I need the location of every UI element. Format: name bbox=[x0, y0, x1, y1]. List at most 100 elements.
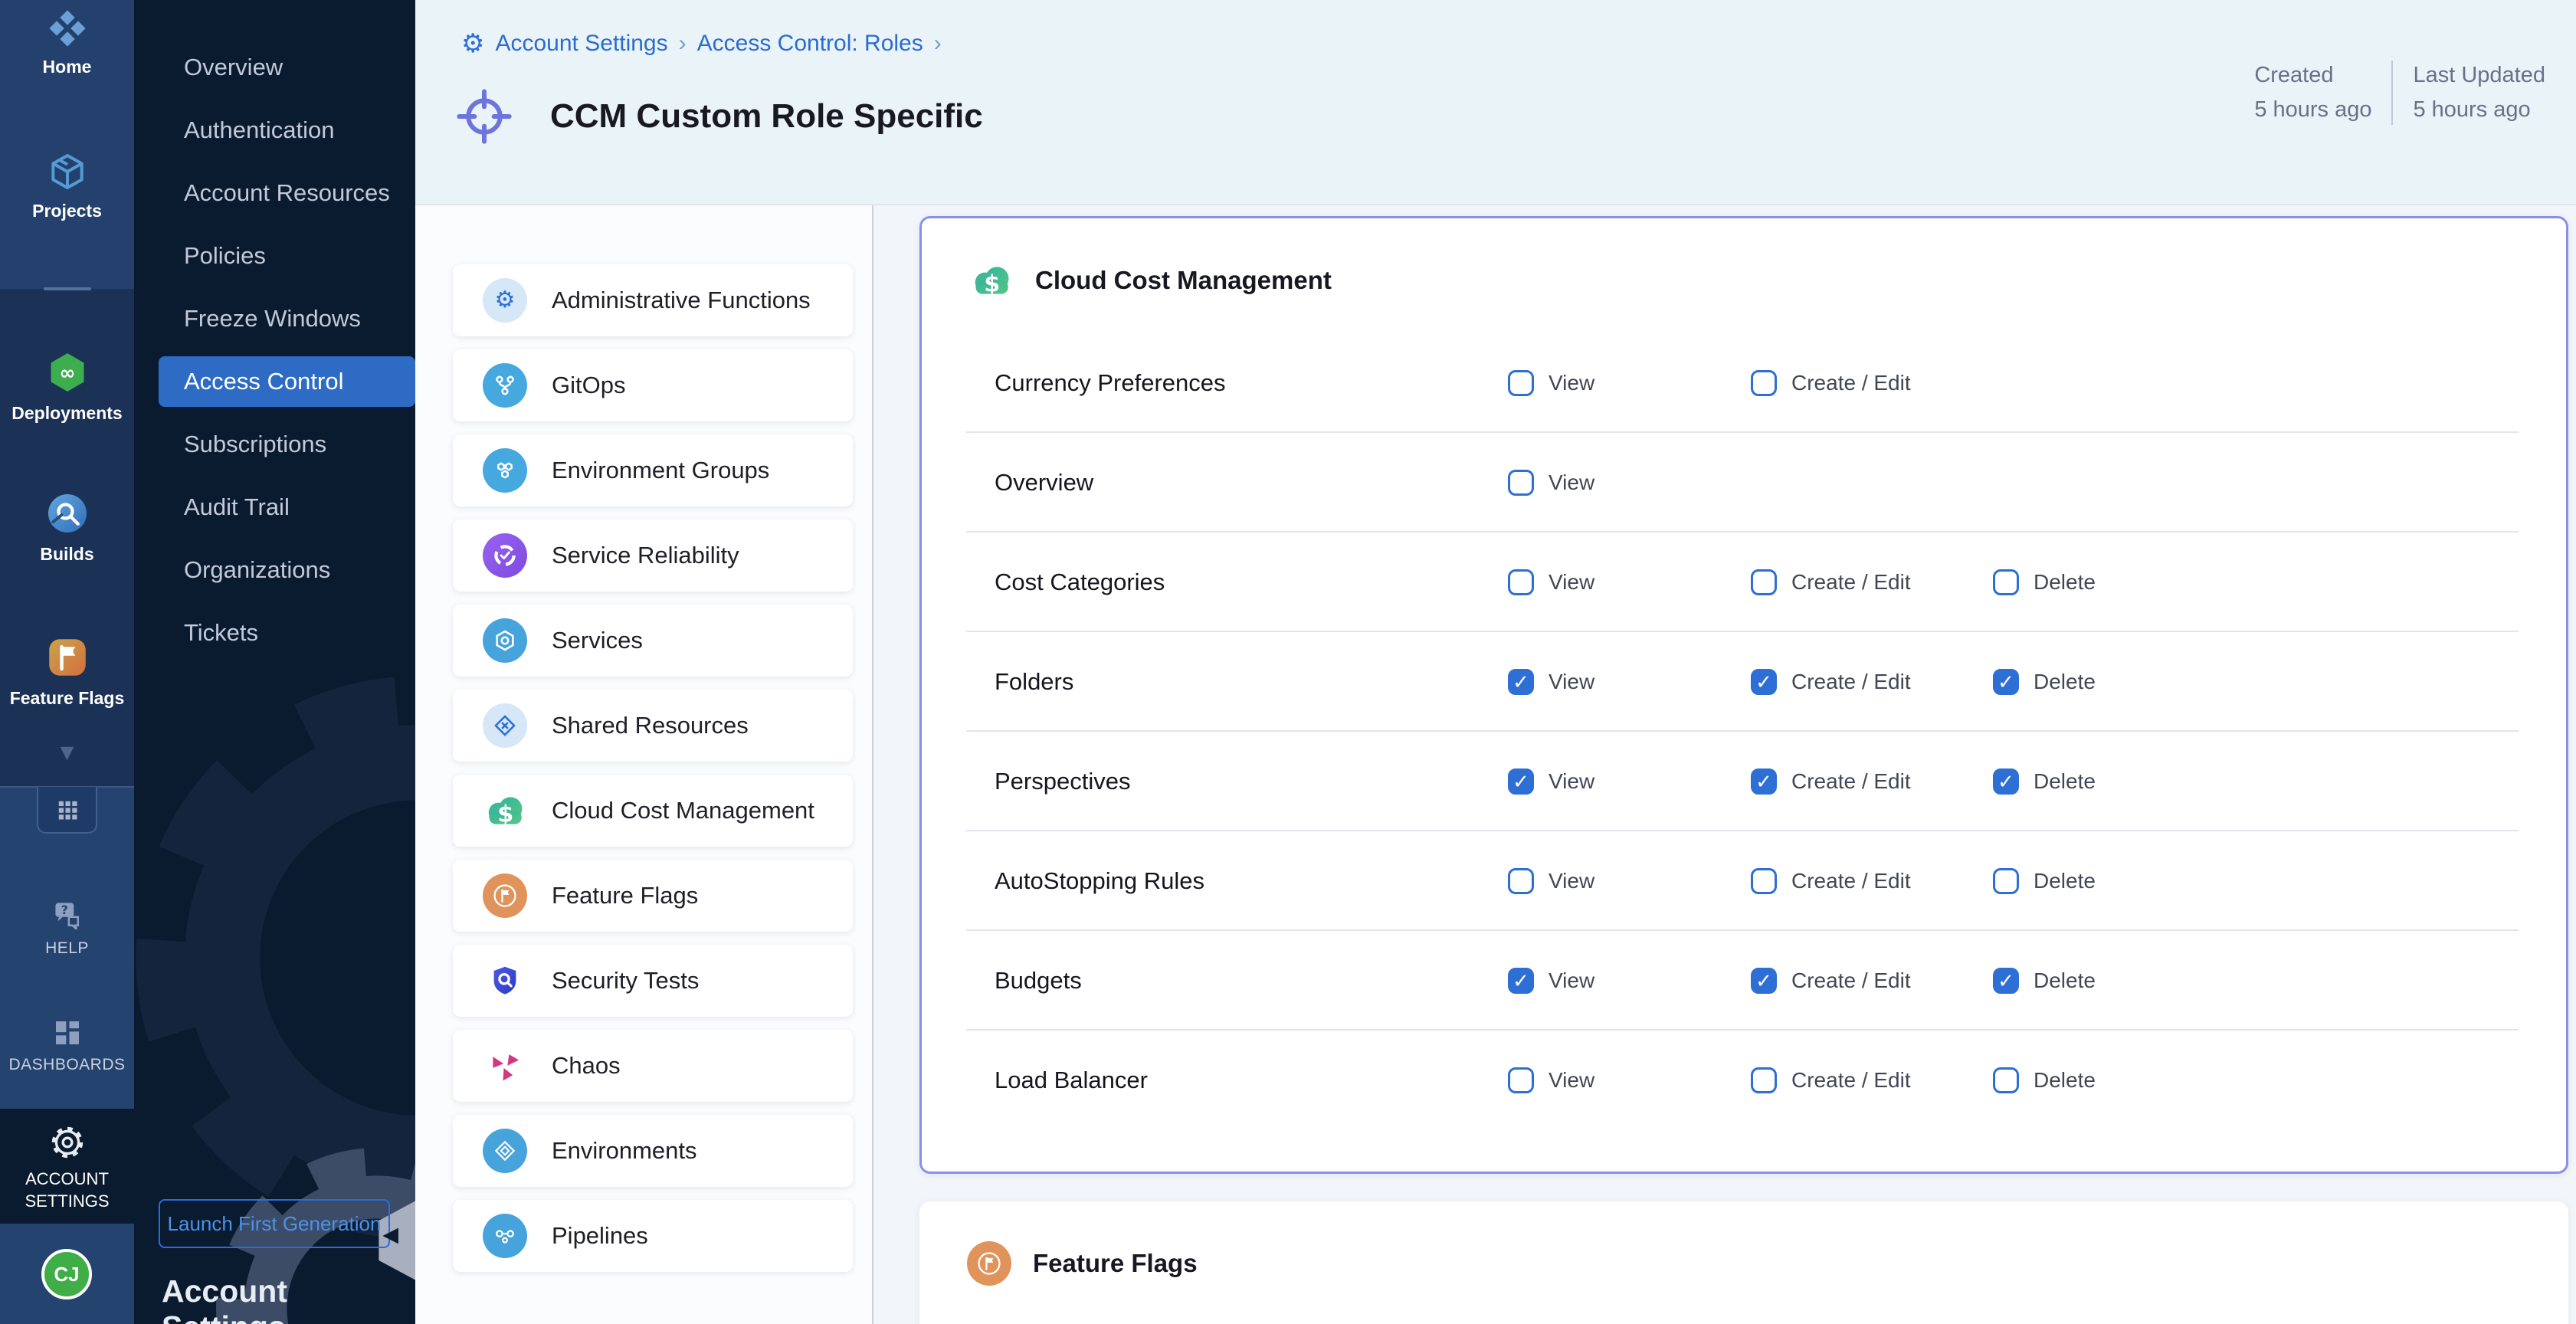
sidebar-item-audit-trail[interactable]: Audit Trail bbox=[134, 476, 415, 539]
permission-group-create-edit: ✓Create / Edit bbox=[1751, 669, 1911, 695]
module-grid-button[interactable] bbox=[37, 787, 97, 834]
checkbox-delete-checked[interactable]: ✓ bbox=[1993, 968, 2019, 994]
created-label: Created bbox=[2254, 58, 2371, 93]
checkbox-view-checked[interactable]: ✓ bbox=[1508, 968, 1534, 994]
checkbox-view-unchecked[interactable] bbox=[1508, 868, 1534, 894]
resource-card-cloud-cost-management[interactable]: $ Cloud Cost Management bbox=[453, 775, 853, 847]
section-header: Feature Flags bbox=[967, 1241, 1198, 1286]
row-currency-preferences: Currency PreferencesViewCreate / Edit bbox=[922, 333, 2566, 433]
checkbox-create-edit-checked[interactable]: ✓ bbox=[1751, 769, 1777, 795]
permission-row-label: AutoStopping Rules bbox=[995, 867, 1204, 895]
builds-magnifier-icon bbox=[0, 490, 134, 536]
permission-row-label: Cost Categories bbox=[995, 569, 1165, 596]
checkbox-label: Delete bbox=[2034, 570, 2096, 595]
shared-resources-icon bbox=[483, 703, 527, 748]
checkbox-view-unchecked[interactable] bbox=[1508, 569, 1534, 595]
sidebar-item-label: Policies bbox=[184, 242, 266, 270]
resource-card-shared-resources[interactable]: Shared Resources bbox=[453, 690, 853, 762]
rail-item-account-settings[interactable]: ACCOUNT SETTINGS bbox=[0, 1123, 134, 1212]
resource-card-label: GitOps bbox=[552, 372, 625, 399]
rail-item-builds[interactable]: Builds bbox=[0, 490, 134, 565]
sidebar-item-tickets[interactable]: Tickets bbox=[134, 601, 415, 664]
checkbox-create-edit-unchecked[interactable] bbox=[1751, 1067, 1777, 1093]
sidebar-item-account-resources[interactable]: Account Resources bbox=[134, 162, 415, 224]
resource-card-security-tests[interactable]: Security Tests bbox=[453, 945, 853, 1017]
checkbox-create-edit-unchecked[interactable] bbox=[1751, 370, 1777, 396]
rail-item-help[interactable]: ? HELP bbox=[0, 898, 134, 958]
sidebar-bottom-title: Account Settings bbox=[162, 1273, 415, 1324]
permission-group-create-edit: Create / Edit bbox=[1751, 569, 1911, 595]
breadcrumb-access-control-roles-link[interactable]: Access Control: Roles bbox=[697, 31, 923, 57]
permission-group-view: View bbox=[1508, 569, 1594, 595]
last-updated-meta: Last Updated 5 hours ago bbox=[2393, 58, 2565, 127]
checkbox-label: View bbox=[1549, 869, 1594, 893]
sidebar-item-access-control[interactable]: Access Control bbox=[134, 350, 415, 413]
resource-card-administrative-functions[interactable]: ⚙Administrative Functions bbox=[453, 264, 853, 336]
resource-card-environment-groups[interactable]: Environment Groups bbox=[453, 434, 853, 506]
checkbox-view-unchecked[interactable] bbox=[1508, 370, 1534, 396]
launch-first-generation-button[interactable]: Launch First Generation bbox=[159, 1199, 390, 1248]
breadcrumb-account-settings-link[interactable]: Account Settings bbox=[495, 31, 667, 57]
sidebar-item-policies[interactable]: Policies bbox=[134, 224, 415, 287]
sidebar-item-organizations[interactable]: Organizations bbox=[134, 539, 415, 601]
resource-card-label: Chaos bbox=[552, 1052, 621, 1080]
checkbox-delete-unchecked[interactable] bbox=[1993, 868, 2019, 894]
permission-row-label: Budgets bbox=[995, 967, 1082, 995]
resource-card-pipelines[interactable]: Pipelines bbox=[453, 1200, 853, 1272]
permission-group-create-edit: Create / Edit bbox=[1751, 868, 1911, 894]
checkbox-view-unchecked[interactable] bbox=[1508, 470, 1534, 496]
svg-text:$: $ bbox=[984, 270, 1000, 297]
checkbox-label: Delete bbox=[2034, 670, 2096, 694]
rail-item-label: ACCOUNT SETTINGS bbox=[0, 1168, 134, 1212]
sidebar-item-authentication[interactable]: Authentication bbox=[134, 99, 415, 162]
checkbox-label: Create / Edit bbox=[1791, 1068, 1911, 1093]
resource-card-services[interactable]: Services bbox=[453, 605, 853, 677]
sidebar-menu: Overview Authentication Account Resources P… bbox=[134, 36, 415, 664]
created-value: 5 hours ago bbox=[2254, 93, 2371, 127]
sidebar-item-freeze-windows[interactable]: Freeze Windows bbox=[134, 287, 415, 350]
last-updated-value: 5 hours ago bbox=[2413, 93, 2545, 127]
resource-card-label: Cloud Cost Management bbox=[552, 797, 814, 824]
resource-card-gitops[interactable]: GitOps bbox=[453, 349, 853, 421]
checkbox-label: View bbox=[1549, 1068, 1594, 1093]
checkbox-view-checked[interactable]: ✓ bbox=[1508, 769, 1534, 795]
resource-card-feature-flags[interactable]: Feature Flags bbox=[453, 860, 853, 932]
permission-row-label: Overview bbox=[995, 469, 1093, 496]
checkbox-delete-unchecked[interactable] bbox=[1993, 569, 2019, 595]
permission-group-view: ✓View bbox=[1508, 968, 1594, 994]
rail-item-label: Projects bbox=[0, 201, 134, 221]
checkbox-create-edit-unchecked[interactable] bbox=[1751, 569, 1777, 595]
rail-item-feature-flags[interactable]: Feature Flags bbox=[0, 634, 134, 709]
section-card-feature-flags: Feature Flags bbox=[919, 1201, 2568, 1324]
sidebar-item-subscriptions[interactable]: Subscriptions bbox=[134, 413, 415, 476]
rail-item-projects[interactable]: Projects bbox=[0, 150, 134, 221]
checkbox-view-unchecked[interactable] bbox=[1508, 1067, 1534, 1093]
section-title: Feature Flags bbox=[1033, 1249, 1198, 1278]
checkbox-delete-checked[interactable]: ✓ bbox=[1993, 669, 2019, 695]
resource-group-column: ⚙Administrative Functions GitOps Environme… bbox=[415, 205, 873, 1324]
checkbox-label: Create / Edit bbox=[1791, 769, 1911, 794]
user-avatar[interactable]: CJ bbox=[41, 1249, 92, 1299]
sidebar-item-label: Authentication bbox=[184, 116, 334, 144]
sidebar-item-overview[interactable]: Overview bbox=[134, 36, 415, 99]
rail-item-label: Builds bbox=[0, 544, 134, 565]
checkmark-icon: ✓ bbox=[1512, 971, 1529, 991]
checkbox-delete-unchecked[interactable] bbox=[1993, 1067, 2019, 1093]
chevron-down-icon[interactable]: ▼ bbox=[0, 740, 134, 766]
svg-text:$: $ bbox=[497, 801, 513, 828]
checkbox-create-edit-checked[interactable]: ✓ bbox=[1751, 669, 1777, 695]
rail-item-home[interactable]: Home bbox=[0, 8, 134, 77]
rail-item-dashboards[interactable]: DASHBOARDS bbox=[0, 1018, 134, 1074]
checkbox-create-edit-checked[interactable]: ✓ bbox=[1751, 968, 1777, 994]
resource-card-chaos[interactable]: Chaos bbox=[453, 1030, 853, 1102]
checkbox-view-checked[interactable]: ✓ bbox=[1508, 669, 1534, 695]
sidebar-collapse-icon[interactable]: ◀ bbox=[382, 1223, 398, 1247]
rail-item-deployments[interactable]: ∞ Deployments bbox=[0, 349, 134, 424]
resource-card-service-reliability[interactable]: Service Reliability bbox=[453, 519, 853, 592]
resource-card-label: Environment Groups bbox=[552, 457, 769, 484]
checkbox-create-edit-unchecked[interactable] bbox=[1751, 868, 1777, 894]
resource-card-environments[interactable]: Environments bbox=[453, 1115, 853, 1187]
resource-card-label: Services bbox=[552, 627, 643, 654]
checkbox-label: Create / Edit bbox=[1791, 968, 1911, 993]
checkbox-delete-checked[interactable]: ✓ bbox=[1993, 769, 2019, 795]
